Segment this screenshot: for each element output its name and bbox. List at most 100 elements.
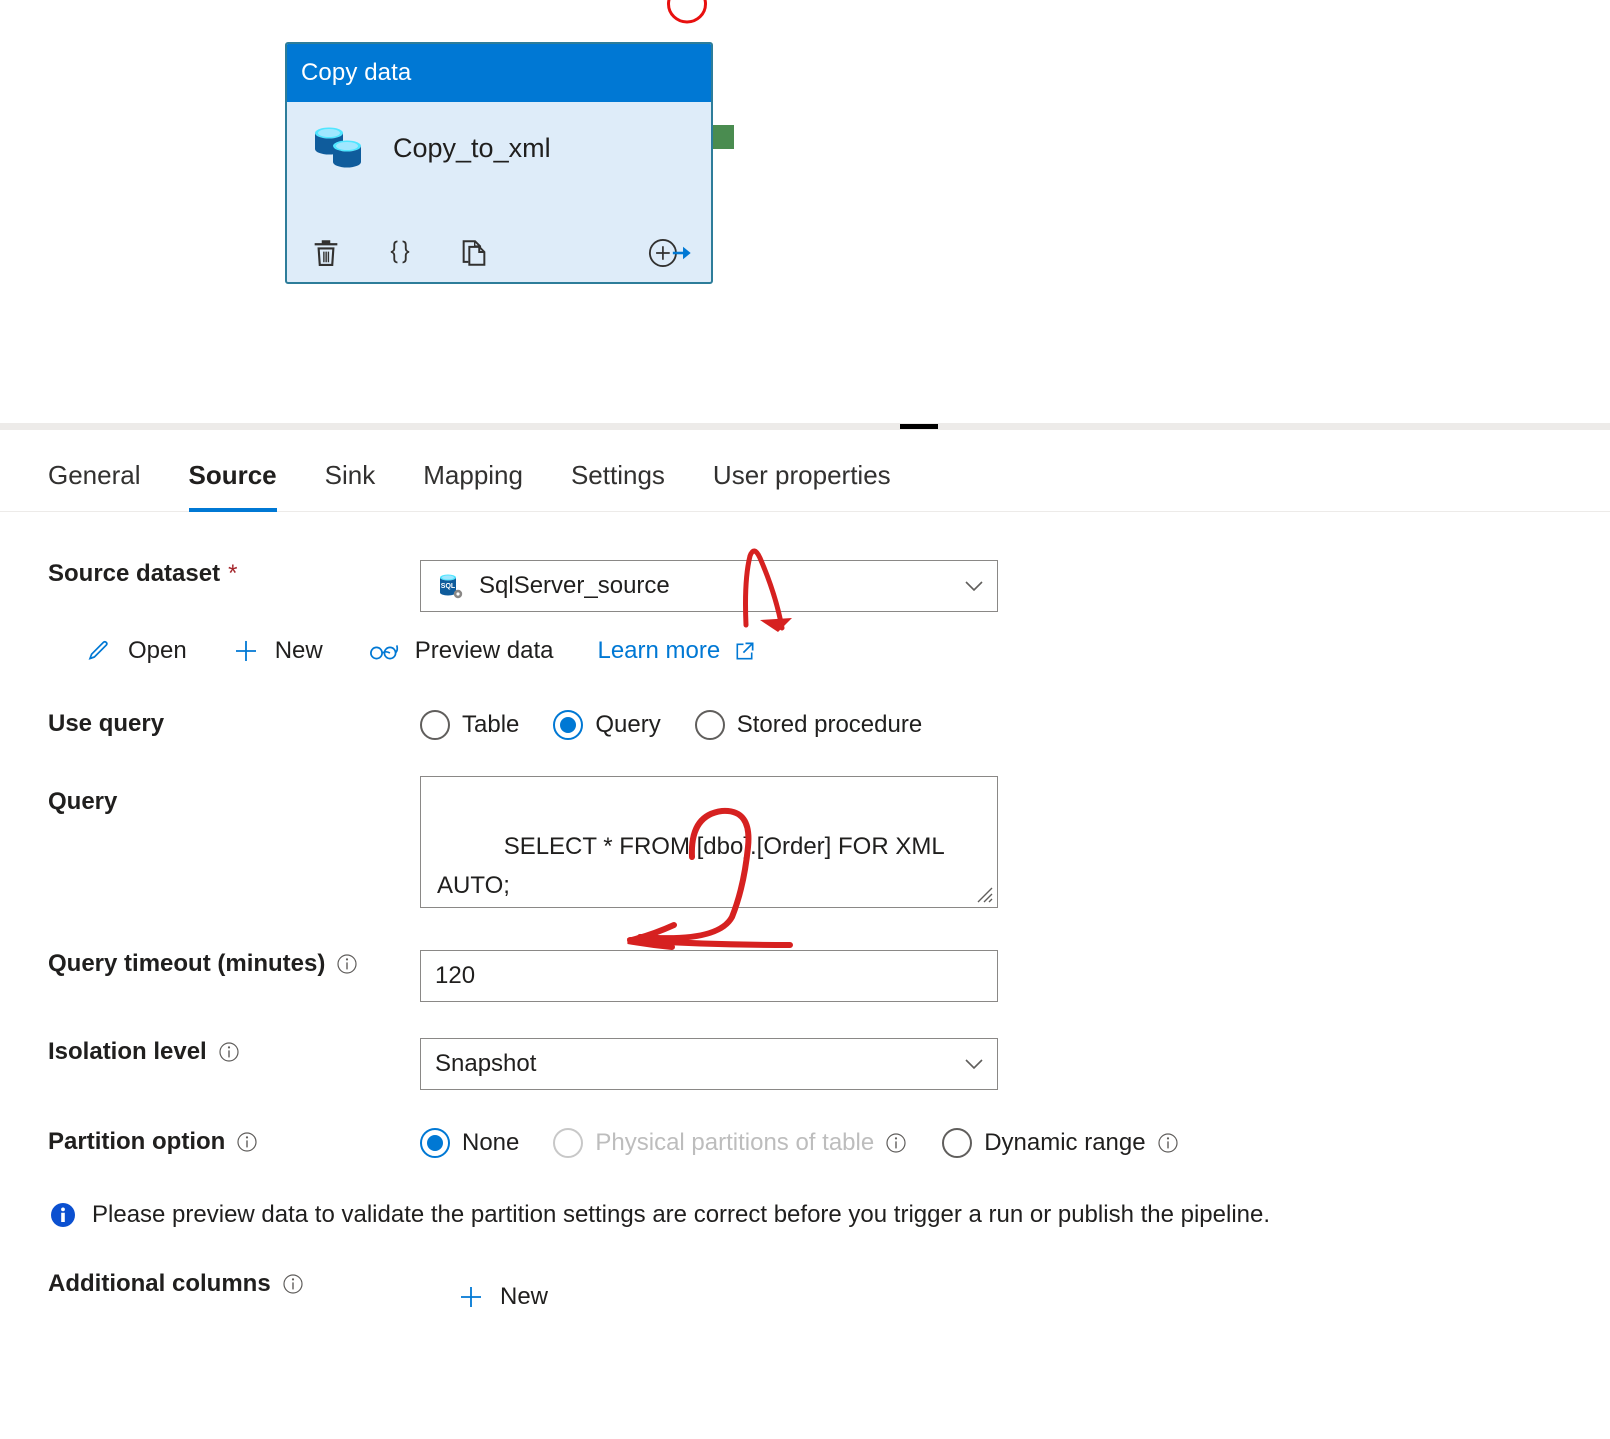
action-label: Open bbox=[128, 637, 187, 665]
open-dataset-button[interactable]: Open bbox=[84, 636, 187, 666]
add-output-icon[interactable] bbox=[647, 236, 693, 270]
chevron-down-icon bbox=[961, 1051, 987, 1077]
label-text: Additional columns bbox=[48, 1270, 271, 1298]
pencil-icon bbox=[84, 636, 114, 666]
partition-notice-text: Please preview data to validate the part… bbox=[92, 1201, 1270, 1229]
radio-label: Physical partitions of table bbox=[595, 1129, 874, 1157]
svg-text:SQL: SQL bbox=[441, 583, 456, 590]
label-text: Source dataset bbox=[48, 560, 220, 588]
isolation-level-row: Isolation level Snapshot bbox=[0, 1038, 1610, 1090]
tab-label: General bbox=[48, 460, 141, 491]
properties-tabbar: General Source Sink Mapping Settings Use… bbox=[0, 440, 1610, 512]
info-icon[interactable] bbox=[281, 1272, 305, 1296]
label-text: Use query bbox=[48, 710, 164, 738]
clone-icon[interactable] bbox=[457, 236, 491, 270]
label-text: Query timeout (minutes) bbox=[48, 950, 325, 978]
tab-label: Source bbox=[189, 460, 277, 491]
radio-indicator bbox=[942, 1128, 972, 1158]
source-tab-form: Source dataset * SQL SqlServer_source bbox=[0, 512, 1610, 1312]
new-label: New bbox=[500, 1283, 548, 1311]
activity-name: Copy_to_xml bbox=[393, 133, 551, 164]
tab-user-properties[interactable]: User properties bbox=[713, 440, 891, 512]
query-row: Query SELECT * FROM [dbo].[Order] FOR XM… bbox=[0, 776, 1610, 908]
radio-label: Dynamic range bbox=[984, 1129, 1145, 1157]
query-timeout-input[interactable]: 120 bbox=[420, 950, 998, 1002]
plus-icon bbox=[231, 636, 261, 666]
additional-columns-label: Additional columns bbox=[0, 1270, 420, 1298]
glasses-icon bbox=[367, 638, 401, 664]
action-label: Learn more bbox=[597, 637, 720, 665]
use-query-option-query[interactable]: Query bbox=[553, 710, 660, 740]
tab-mapping[interactable]: Mapping bbox=[423, 440, 523, 512]
tab-label: Sink bbox=[325, 460, 376, 491]
isolation-level-value: Snapshot bbox=[435, 1050, 536, 1078]
preview-data-button[interactable]: Preview data bbox=[367, 637, 554, 665]
delete-icon[interactable] bbox=[309, 236, 343, 270]
panel-splitter[interactable] bbox=[0, 423, 1610, 430]
isolation-level-label: Isolation level bbox=[0, 1038, 420, 1066]
info-icon[interactable] bbox=[1156, 1131, 1180, 1155]
activity-card-body: Copy_to_xml bbox=[287, 102, 711, 284]
pipeline-canvas: Copy data Copy_to_xml bbox=[0, 0, 1610, 418]
code-braces-icon[interactable] bbox=[383, 236, 417, 270]
use-query-option-table[interactable]: Table bbox=[420, 710, 519, 740]
label-text: Partition option bbox=[48, 1128, 225, 1156]
annotation-circle bbox=[665, 0, 709, 26]
use-query-label: Use query bbox=[0, 710, 420, 738]
query-textarea[interactable]: SELECT * FROM [dbo].[Order] FOR XML AUTO… bbox=[420, 776, 998, 908]
query-timeout-label: Query timeout (minutes) bbox=[0, 950, 420, 978]
dataset-actions-bar: Open New Pr bbox=[0, 636, 1610, 666]
external-link-icon bbox=[732, 638, 758, 664]
tab-settings[interactable]: Settings bbox=[571, 440, 665, 512]
tab-source[interactable]: Source bbox=[189, 440, 277, 512]
source-dataset-value: SqlServer_source bbox=[479, 572, 670, 600]
source-dataset-label: Source dataset * bbox=[0, 560, 420, 588]
radio-label: Table bbox=[462, 711, 519, 739]
tab-sink[interactable]: Sink bbox=[325, 440, 376, 512]
tab-general[interactable]: General bbox=[48, 440, 141, 512]
partition-notice: Please preview data to validate the part… bbox=[0, 1200, 1610, 1230]
tab-label: Settings bbox=[571, 460, 665, 491]
partition-option-radio-group: None Physical partitions of table bbox=[420, 1128, 1610, 1158]
source-dataset-select[interactable]: SQL SqlServer_source bbox=[420, 560, 998, 612]
partition-option-label: Partition option bbox=[0, 1128, 420, 1156]
radio-indicator bbox=[553, 710, 583, 740]
info-icon[interactable] bbox=[235, 1130, 259, 1154]
resize-handle-icon[interactable] bbox=[974, 884, 994, 904]
partition-option-physical-partitions: Physical partitions of table bbox=[553, 1128, 908, 1158]
learn-more-link[interactable]: Learn more bbox=[597, 637, 758, 665]
additional-columns-row: Additional columns New bbox=[0, 1270, 1610, 1312]
isolation-level-select[interactable]: Snapshot bbox=[420, 1038, 998, 1090]
radio-label: Query bbox=[595, 711, 660, 739]
partition-option-none[interactable]: None bbox=[420, 1128, 519, 1158]
radio-indicator bbox=[420, 710, 450, 740]
use-query-option-stored-procedure[interactable]: Stored procedure bbox=[695, 710, 922, 740]
radio-indicator bbox=[420, 1128, 450, 1158]
copy-data-activity-card[interactable]: Copy data Copy_to_xml bbox=[285, 42, 713, 284]
tab-label: User properties bbox=[713, 460, 891, 491]
info-icon[interactable] bbox=[884, 1131, 908, 1155]
query-label: Query bbox=[0, 776, 420, 816]
partition-option-row: Partition option None bbox=[0, 1128, 1610, 1158]
label-text: Isolation level bbox=[48, 1038, 207, 1066]
radio-label: None bbox=[462, 1129, 519, 1157]
action-label: New bbox=[275, 637, 323, 665]
activity-action-bar bbox=[309, 236, 693, 270]
panel-splitter-grip[interactable] bbox=[900, 424, 938, 429]
activity-card-header: Copy data bbox=[287, 44, 711, 102]
new-dataset-button[interactable]: New bbox=[231, 636, 323, 666]
query-value: SELECT * FROM [dbo].[Order] FOR XML AUTO… bbox=[437, 833, 949, 899]
action-label: Preview data bbox=[415, 637, 554, 665]
label-text: Query bbox=[48, 788, 117, 816]
info-icon[interactable] bbox=[217, 1040, 241, 1064]
partition-option-dynamic-range[interactable]: Dynamic range bbox=[942, 1128, 1179, 1158]
add-additional-column-button[interactable]: New bbox=[420, 1282, 1610, 1312]
activity-output-port[interactable] bbox=[712, 125, 734, 149]
tab-label: Mapping bbox=[423, 460, 523, 491]
info-icon[interactable] bbox=[335, 952, 359, 976]
plus-icon bbox=[456, 1282, 486, 1312]
radio-label: Stored procedure bbox=[737, 711, 922, 739]
radio-indicator bbox=[695, 710, 725, 740]
required-marker: * bbox=[228, 560, 237, 588]
query-timeout-value: 120 bbox=[435, 962, 475, 990]
